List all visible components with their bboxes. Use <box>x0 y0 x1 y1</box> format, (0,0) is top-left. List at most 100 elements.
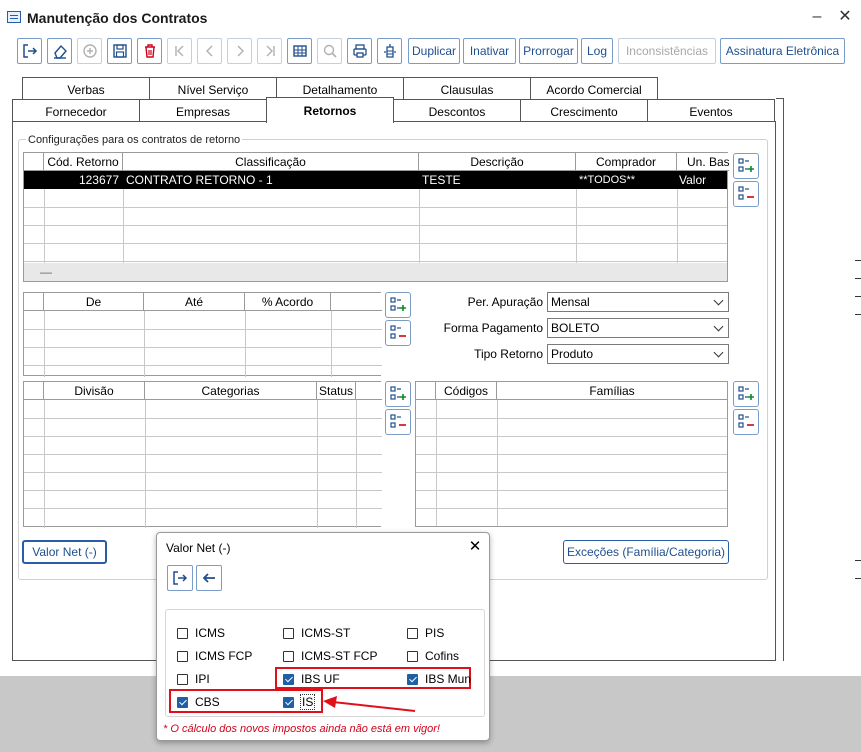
exceptions-button[interactable]: Exceções (Família/Categoria) <box>563 540 729 564</box>
tab-descontos[interactable]: Descontos <box>393 99 521 123</box>
tab-retornos[interactable]: Retornos <box>266 97 394 123</box>
add-circle-icon <box>82 44 97 58</box>
last-icon <box>266 45 275 57</box>
tab-clausulas[interactable]: Clausulas <box>403 77 531 101</box>
dialog-title: Valor Net (-) <box>166 541 231 555</box>
tab-empresas[interactable]: Empresas <box>139 99 267 123</box>
first-icon <box>174 45 183 57</box>
pis-checkbox[interactable] <box>407 628 418 639</box>
codes-grid: Códigos Famílias <box>415 381 728 527</box>
eraser-button[interactable] <box>47 38 72 64</box>
tipo-retorno-select[interactable]: Produto <box>547 344 729 364</box>
electronic-signature-button[interactable]: Assinatura Eletrônica <box>720 38 845 64</box>
highlight-box-cbs-is <box>169 689 323 713</box>
first-record-button[interactable] <box>167 38 192 64</box>
col-header-ate[interactable]: Até <box>144 293 245 311</box>
col-header-classificacao[interactable]: Classificação <box>123 153 419 171</box>
remove-range-button[interactable] <box>385 320 411 346</box>
remove-division-button[interactable] <box>385 409 411 435</box>
group-title: Configurações para os contratos de retor… <box>26 134 243 146</box>
valor-net-dialog: Valor Net (-) ✕ ICMS ICMS-ST PIS ICMS FC… <box>156 532 490 741</box>
col-header-codigos[interactable]: Códigos <box>436 382 497 400</box>
cell-classificacao: CONTRATO RETORNO - 1 <box>126 173 273 187</box>
tab-eventos[interactable]: Eventos <box>647 99 775 123</box>
grid-view-button[interactable] <box>287 38 312 64</box>
add-range-button[interactable] <box>385 292 411 318</box>
col-header-divisao[interactable]: Divisão <box>44 382 145 400</box>
table-row[interactable]: 123677 CONTRATO RETORNO - 1 TESTE **TODO… <box>24 171 727 189</box>
dialog-exit-button[interactable] <box>167 565 193 591</box>
add-code-button[interactable] <box>733 381 759 407</box>
background-window-edge <box>855 260 861 590</box>
ibs-uf-label: IBS UF <box>301 672 340 686</box>
forma-pagamento-label: Forma Pagamento <box>443 321 543 335</box>
forma-pagamento-select[interactable]: BOLETO <box>547 318 729 338</box>
last-record-button[interactable] <box>257 38 282 64</box>
tipo-retorno-label: Tipo Retorno <box>474 347 543 361</box>
dialog-note: * O cálculo dos novos impostos ainda não… <box>163 723 440 735</box>
next-record-button[interactable] <box>227 38 252 64</box>
columns-button[interactable] <box>377 38 402 64</box>
remove-row-icon <box>390 414 406 428</box>
ipi-label: IPI <box>195 672 210 686</box>
duplicate-button[interactable]: Duplicar <box>408 38 460 64</box>
col-header-categorias[interactable]: Categorias <box>145 382 317 400</box>
col-header-comprador[interactable]: Comprador <box>576 153 677 171</box>
add-division-button[interactable] <box>385 381 411 407</box>
valor-net-button[interactable]: Valor Net (-) <box>22 540 107 564</box>
tab-fornecedor[interactable]: Fornecedor <box>12 99 140 123</box>
remove-code-button[interactable] <box>733 409 759 435</box>
log-button[interactable]: Log <box>581 38 613 64</box>
col-header-descricao[interactable]: Descrição <box>419 153 576 171</box>
dialog-close-button[interactable]: ✕ <box>465 537 485 557</box>
window-title: Manutenção dos Contratos <box>27 10 208 26</box>
grid-icon <box>292 45 307 57</box>
inconsistencies-button[interactable]: Inconsistências <box>618 38 716 64</box>
cell-codigo: 123677 <box>78 173 119 187</box>
col-header-de[interactable]: De <box>44 293 144 311</box>
tab-crescimento[interactable]: Crescimento <box>520 99 648 123</box>
icms-st-fcp-checkbox[interactable] <box>283 651 294 662</box>
minimize-button[interactable]: – <box>806 6 828 28</box>
exit-button[interactable] <box>17 38 42 64</box>
search-button[interactable] <box>317 38 342 64</box>
arrow-left-icon <box>202 573 215 583</box>
tab-acordo-comercial[interactable]: Acordo Comercial <box>530 77 658 101</box>
extend-button[interactable]: Prorrogar <box>519 38 578 64</box>
icms-checkbox[interactable] <box>177 628 188 639</box>
icms-st-checkbox[interactable] <box>283 628 294 639</box>
col-header-codigo[interactable]: Cód. Retorno <box>44 153 123 171</box>
dialog-back-button[interactable] <box>196 565 222 591</box>
per-apuracao-select[interactable]: Mensal <box>547 292 729 312</box>
inactivate-button[interactable]: Inativar <box>463 38 516 64</box>
remove-row-button[interactable] <box>733 181 759 207</box>
ibs-mun-checkbox[interactable] <box>407 674 418 685</box>
cbs-checkbox[interactable] <box>177 697 188 708</box>
ibs-uf-checkbox[interactable] <box>283 674 294 685</box>
cell-comprador: **TODOS** <box>579 174 636 186</box>
ipi-checkbox[interactable] <box>177 674 188 685</box>
delete-button[interactable] <box>137 38 162 64</box>
add-row-icon <box>390 386 406 400</box>
close-window-button[interactable]: ✕ <box>834 6 856 28</box>
icms-fcp-checkbox[interactable] <box>177 651 188 662</box>
save-button[interactable] <box>107 38 132 64</box>
add-button[interactable] <box>77 38 102 64</box>
previous-record-button[interactable] <box>197 38 222 64</box>
col-header-un-base[interactable]: Un. Bas <box>677 153 729 171</box>
print-button[interactable] <box>347 38 372 64</box>
grid-row-indicator-header <box>24 153 44 171</box>
pis-label: PIS <box>425 626 445 640</box>
add-row-button[interactable] <box>733 153 759 179</box>
remove-row-icon <box>390 325 406 339</box>
tab-verbas[interactable]: Verbas <box>22 77 150 101</box>
next-icon <box>237 45 244 57</box>
columns-icon <box>383 44 396 58</box>
col-header-status[interactable]: Status <box>317 382 356 400</box>
tab-nivel-servico[interactable]: Nível Serviço <box>149 77 277 101</box>
col-header-acordo[interactable]: % Acordo <box>245 293 331 311</box>
cofins-checkbox[interactable] <box>407 651 418 662</box>
is-checkbox[interactable] <box>283 697 294 708</box>
search-icon <box>323 44 337 58</box>
col-header-familias[interactable]: Famílias <box>497 382 727 400</box>
